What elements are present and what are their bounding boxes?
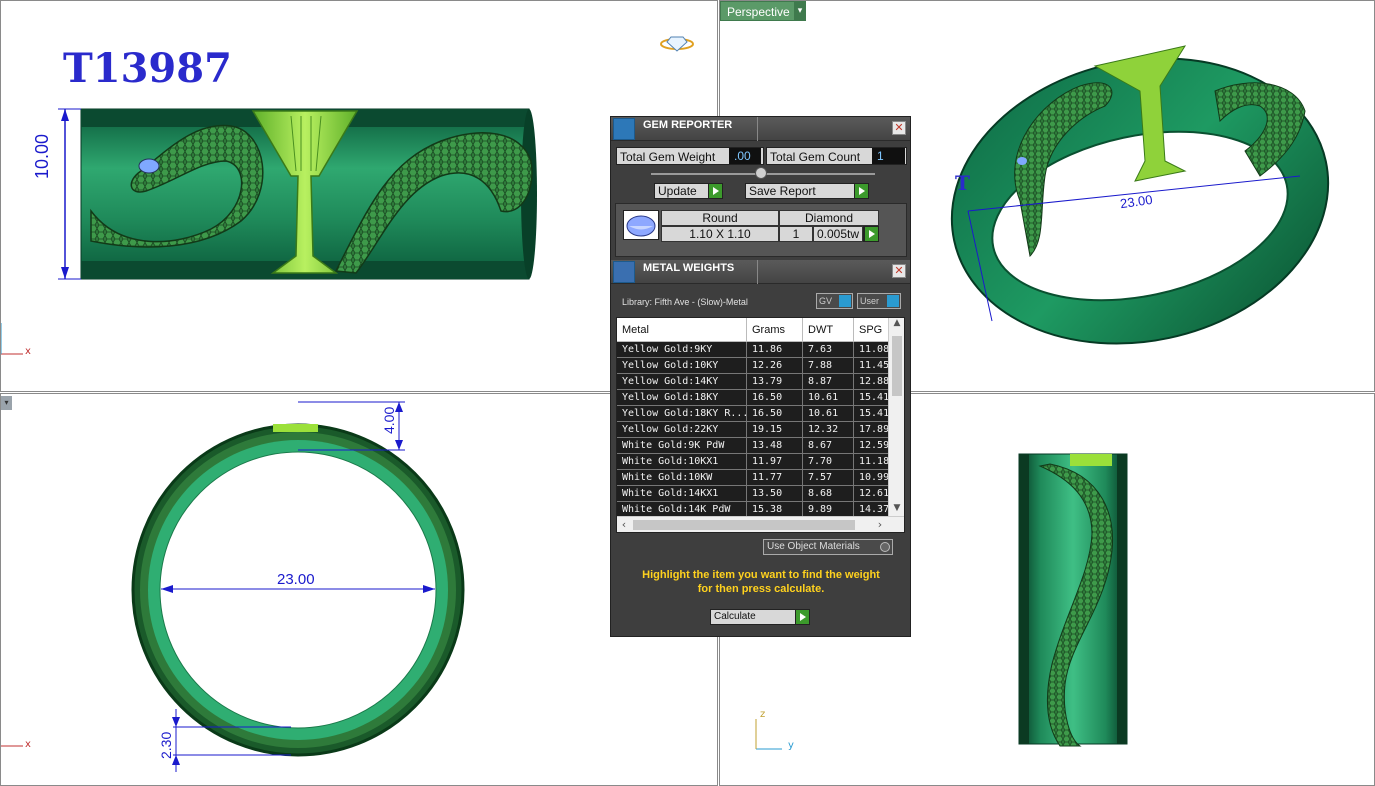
table-row[interactable]: White Gold:9K PdW 13.48 8.67 12.59 (617, 438, 889, 454)
top-axis-x-label: x (25, 739, 31, 750)
gem-reporter-titlebar[interactable]: GEM REPORTER ✕ (611, 117, 910, 141)
calculate-button-label: Calculate (714, 611, 756, 622)
column-grams[interactable]: Grams (747, 318, 803, 342)
metal-weights-close-icon[interactable]: ✕ (892, 264, 906, 278)
total-gem-count-value: 1 (872, 148, 905, 164)
diamond-ring-icon (660, 36, 694, 52)
table-row[interactable]: White Gold:10KX1 11.97 7.70 11.18 (617, 454, 889, 470)
user-toggle[interactable]: User (857, 293, 901, 309)
gv-toggle-label: GV (819, 296, 833, 306)
save-report-button-label: Save Report (749, 184, 816, 198)
user-toggle-label: User (860, 296, 880, 306)
bottom-thickness-label: 2.30 (158, 731, 174, 759)
gv-toggle[interactable]: GV (816, 293, 853, 309)
save-report-go-icon (854, 184, 868, 198)
update-go-icon (708, 184, 722, 198)
calculate-button[interactable]: Calculate (710, 609, 810, 625)
horizontal-scroll-thumb[interactable] (633, 520, 855, 530)
gem-count: 1 (779, 226, 813, 242)
table-row[interactable]: White Gold:14KX1 13.50 8.68 12.61 (617, 486, 889, 502)
cad-workspace: T13987 10.00 x Perspective ▾ 23.00 T ▾ 2… (0, 0, 1375, 786)
ring-inner-circle (159, 451, 437, 729)
scale-icon (613, 261, 635, 283)
metal-library-label: Library: Fifth Ave - (Slow)-Metal (622, 297, 748, 307)
update-button[interactable]: Update (654, 183, 723, 199)
instruction-text: Highlight the item you want to find the … (642, 569, 880, 595)
scroll-up-icon[interactable]: ▲ (889, 318, 904, 332)
top-inner-diameter-label: 23.00 (277, 571, 315, 588)
gem-size: 1.10 X 1.10 (661, 226, 779, 242)
height-dimension: 10.00 (32, 133, 52, 179)
table-horizontal-scrollbar[interactable]: ‹ › (617, 516, 904, 532)
gem-reporter-title: GEM REPORTER (643, 119, 733, 131)
use-object-materials-label: Use Object Materials (767, 541, 860, 552)
axis-y-label: y (788, 740, 794, 751)
perspective-menu-arrow-icon[interactable]: ▾ (794, 1, 806, 21)
gem-shape: Round (661, 210, 779, 226)
scroll-down-icon[interactable]: ▼ (889, 503, 904, 517)
table-row[interactable]: Yellow Gold:14KY 13.79 8.87 12.88 (617, 374, 889, 390)
gem-type: Diamond (779, 210, 879, 226)
table-row[interactable]: Yellow Gold:18KY 16.50 10.61 15.41 (617, 390, 889, 406)
axis-x-label: x (25, 346, 31, 357)
persp-partial-label: T (955, 171, 970, 195)
table-row[interactable]: Yellow Gold:18KY R... 16.50 10.61 15.41 (617, 406, 889, 422)
vertical-scroll-thumb[interactable] (892, 336, 902, 396)
metal-weights-titlebar[interactable]: METAL WEIGHTS ✕ (611, 260, 910, 284)
round-gem-icon[interactable] (623, 210, 659, 240)
gem-weight: 0.005tw (813, 226, 863, 242)
top-viewport-menu-arrow-icon[interactable]: ▾ (1, 396, 12, 410)
gem-go-button[interactable] (863, 226, 879, 242)
table-header: Metal Grams DWT SPG (617, 318, 894, 342)
gem-slider-handle[interactable] (755, 167, 767, 179)
axis-z-label: z (760, 709, 766, 720)
total-gem-weight-value: .00 (729, 148, 761, 164)
side-band (1018, 453, 1128, 745)
table-row[interactable]: Yellow Gold:9KY 11.86 7.63 11.08 (617, 342, 889, 358)
gv-indicator-icon (839, 295, 851, 307)
table-vertical-scrollbar[interactable]: ▲ ▼ (888, 318, 904, 517)
save-report-button[interactable]: Save Report (745, 183, 869, 199)
table-row[interactable]: Yellow Gold:22KY 19.15 12.32 17.89 (617, 422, 889, 438)
gem-go-icon (864, 227, 878, 241)
radio-icon (880, 542, 890, 552)
top-thickness-label: 4.00 (381, 406, 397, 434)
user-indicator-icon (887, 295, 899, 307)
column-metal[interactable]: Metal (617, 318, 747, 342)
scroll-right-icon[interactable]: › (873, 517, 887, 532)
table-row[interactable]: White Gold:10KW 11.77 7.57 10.99 (617, 470, 889, 486)
metal-weights-table[interactable]: Metal Grams DWT SPG Yellow Gold:9KY 11.8… (616, 317, 905, 533)
model-id-label: T13987 (63, 45, 232, 92)
gem-reporter-close-icon[interactable]: ✕ (892, 121, 906, 135)
gem-list: Round Diamond 1.10 X 1.10 1 0.005tw (615, 203, 907, 257)
table-row[interactable]: Yellow Gold:10KY 12.26 7.88 11.45 (617, 358, 889, 374)
metal-weights-title: METAL WEIGHTS (643, 262, 735, 274)
perspective-tab[interactable]: Perspective (720, 1, 797, 21)
column-dwt[interactable]: DWT (803, 318, 854, 342)
use-object-materials-toggle[interactable]: Use Object Materials (763, 539, 893, 555)
calculate-go-icon (795, 610, 809, 624)
gem-reporter-icon (613, 118, 635, 140)
gem-reporter-panel: GEM REPORTER ✕ Total Gem Weight .00 Tota… (610, 116, 911, 637)
scroll-left-icon[interactable]: ‹ (617, 517, 631, 532)
update-button-label: Update (658, 184, 697, 198)
